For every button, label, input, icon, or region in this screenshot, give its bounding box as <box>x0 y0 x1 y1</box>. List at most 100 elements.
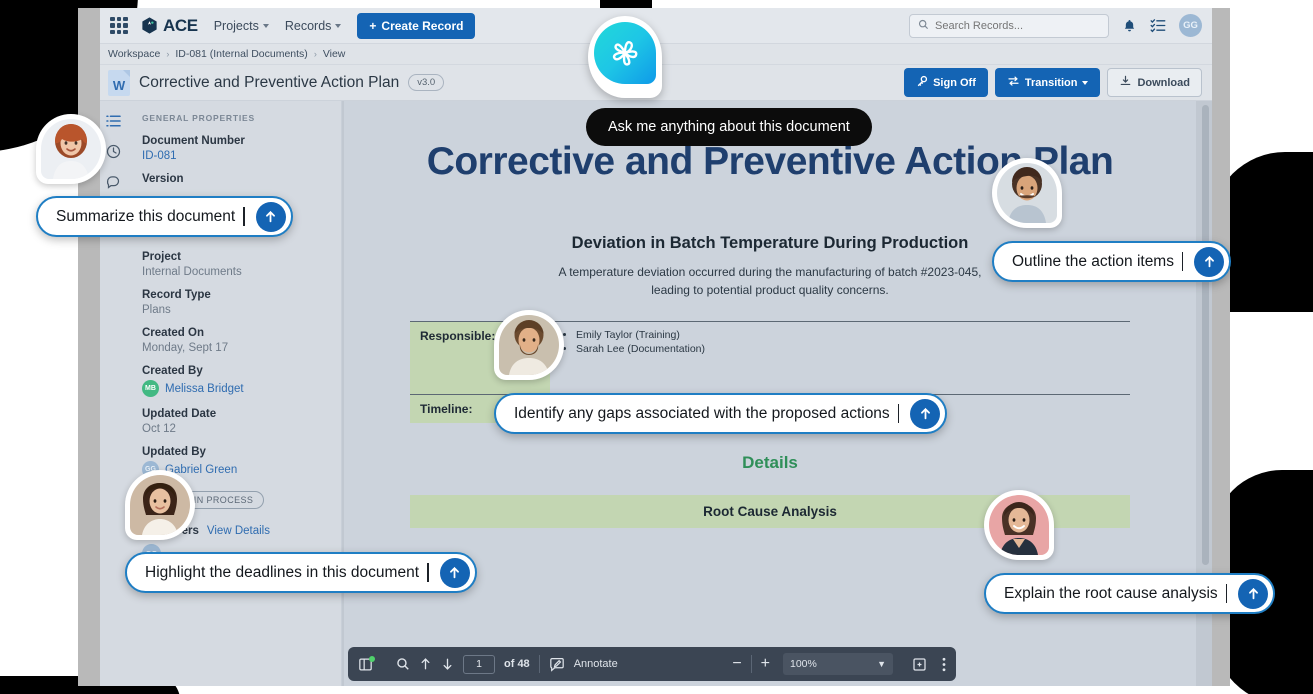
nav-link-projects[interactable]: Projects <box>214 19 269 33</box>
property-record-type: Record Type Plans <box>142 289 331 316</box>
download-label: Download <box>1137 76 1190 89</box>
breadcrumb-separator-icon: › <box>166 49 170 59</box>
word-document-letter: W <box>112 77 126 93</box>
property-created-by: Created By MB Melissa Bridget <box>142 365 331 397</box>
send-prompt-button[interactable] <box>1194 246 1225 277</box>
ai-prompt-chip-deadlines[interactable]: Highlight the deadlines in this document <box>125 552 477 593</box>
ai-prompt-text: Outline the action items <box>1012 252 1174 270</box>
chevron-down-icon <box>1082 80 1089 85</box>
ai-tooltip: Ask me anything about this document <box>586 108 872 146</box>
document-paragraph: A temperature deviation occurred during … <box>558 265 982 297</box>
property-label: Updated Date <box>142 408 217 420</box>
transition-arrows-icon <box>1007 75 1020 90</box>
ai-prompt-text: Summarize this document <box>56 207 236 225</box>
annotate-icon[interactable] <box>549 657 565 672</box>
property-updated-date: Updated Date Oct 12 <box>142 408 331 435</box>
panel-toggle-icon[interactable] <box>358 655 375 672</box>
history-clock-icon[interactable] <box>106 144 121 159</box>
property-label: Updated By <box>142 446 206 458</box>
toolbar-divider <box>750 655 752 673</box>
notifications-bell-icon[interactable] <box>1122 18 1137 34</box>
property-created-on: Created On Monday, Sept 17 <box>142 327 331 354</box>
send-prompt-button[interactable] <box>255 201 286 232</box>
icon-rail <box>100 101 126 686</box>
property-value[interactable]: MB Melissa Bridget <box>142 380 331 397</box>
property-version: Version <box>142 173 331 185</box>
breadcrumb-item-view[interactable]: View <box>323 48 346 60</box>
zoom-in-button[interactable]: + <box>761 655 770 673</box>
zoom-out-button[interactable]: − <box>732 655 741 673</box>
search-input[interactable] <box>935 19 1100 32</box>
version-badge: v3.0 <box>408 74 445 91</box>
property-value: Plans <box>142 304 171 316</box>
user-avatar-initials: GG <box>1183 20 1198 31</box>
next-page-icon[interactable] <box>441 657 454 671</box>
nav-link-records[interactable]: Records <box>285 19 342 33</box>
avatar-photo <box>989 495 1049 555</box>
present-mode-icon[interactable] <box>912 657 927 672</box>
brand-logo[interactable]: ACE <box>140 16 198 36</box>
text-cursor <box>1225 584 1228 603</box>
toolbar-divider <box>538 655 540 673</box>
transition-button[interactable]: Transition <box>994 68 1101 97</box>
search-icon <box>918 17 929 35</box>
comments-icon[interactable] <box>106 175 121 190</box>
avatar <box>984 490 1054 560</box>
ai-assistant-orb[interactable] <box>588 16 662 98</box>
table-row-value: Emily Taylor (Training) Sarah Lee (Docum… <box>550 322 1130 394</box>
ai-prompt-chip-outline[interactable]: Outline the action items <box>992 241 1232 282</box>
property-label: Created On <box>142 327 204 339</box>
key-icon <box>916 75 928 90</box>
nav-link-projects-label: Projects <box>213 18 259 33</box>
vertical-scrollbar[interactable] <box>1202 105 1209 565</box>
reviewers-view-details-link[interactable]: View Details <box>207 525 270 537</box>
property-label: Document Number <box>142 135 245 147</box>
property-label: Project <box>142 251 181 263</box>
avatar: MB <box>142 380 159 397</box>
ai-prompt-chip-gaps[interactable]: Identify any gaps associated with the pr… <box>494 393 948 434</box>
property-value: Internal Documents <box>142 266 242 278</box>
apps-grid-icon[interactable] <box>108 15 130 37</box>
pdf-toolbar: of 48 Annotate − + 100% ▼ <box>348 647 956 681</box>
nav-link-records-label: Records <box>284 18 332 33</box>
sign-off-button[interactable]: Sign Off <box>904 68 988 97</box>
breadcrumb-item-workspace[interactable]: Workspace <box>108 48 160 60</box>
avatar <box>125 470 195 540</box>
annotate-label[interactable]: Annotate <box>574 658 618 670</box>
chevron-down-icon <box>262 23 269 28</box>
ai-prompt-chip-root-cause[interactable]: Explain the root cause analysis <box>984 573 1276 614</box>
breadcrumb-item-record[interactable]: ID-081 (Internal Documents) <box>175 48 307 60</box>
create-record-button[interactable]: + Create Record <box>357 12 476 39</box>
avatar <box>494 310 564 380</box>
user-avatar[interactable]: GG <box>1179 14 1202 37</box>
send-prompt-button[interactable] <box>439 557 470 588</box>
text-cursor <box>243 207 245 226</box>
list-view-icon[interactable] <box>105 114 121 128</box>
text-cursor <box>427 563 429 582</box>
property-label: Version <box>142 173 184 185</box>
more-vertical-icon[interactable] <box>942 657 946 672</box>
create-record-label: Create Record <box>381 18 464 33</box>
ai-tooltip-text: Ask me anything about this document <box>608 119 850 135</box>
zoom-level-value: 100% <box>790 658 817 670</box>
send-prompt-button[interactable] <box>1238 578 1269 609</box>
search-records-box[interactable] <box>909 13 1109 38</box>
list-item: Emily Taylor (Training) <box>576 329 1120 341</box>
properties-section-title: GENERAL PROPERTIES <box>142 113 255 123</box>
general-properties-panel: GENERAL PROPERTIES Document Number ID-08… <box>126 101 342 686</box>
chevron-down-icon <box>335 23 342 28</box>
previous-page-icon[interactable] <box>419 657 432 671</box>
download-button[interactable]: Download <box>1107 68 1202 97</box>
page-number-input[interactable] <box>463 654 495 674</box>
property-value[interactable]: ID-081 <box>142 150 331 162</box>
screenshot-stage: ACE Projects Records + Create Record Sea… <box>0 0 1313 694</box>
pdf-search-icon[interactable] <box>396 657 410 671</box>
zoom-level-select[interactable]: 100% ▼ <box>783 653 893 675</box>
transition-label: Transition <box>1024 76 1078 89</box>
tasks-checklist-icon[interactable] <box>1150 18 1166 33</box>
ai-prompt-chip-summarize[interactable]: Summarize this document <box>36 196 293 237</box>
send-prompt-button[interactable] <box>910 398 941 429</box>
property-label: Created By <box>142 365 203 377</box>
text-cursor <box>897 404 900 423</box>
avatar-photo <box>499 315 559 375</box>
